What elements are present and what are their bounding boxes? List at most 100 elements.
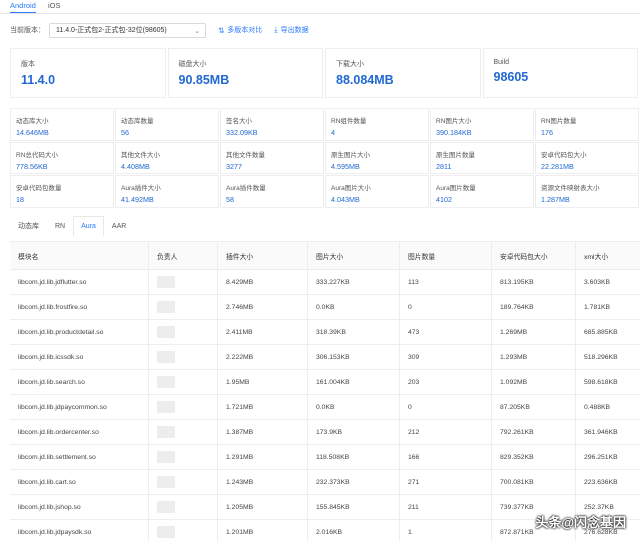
metric-card: Aura图片大小 4.043MB <box>325 175 429 208</box>
table-row[interactable]: libcom.jd.lib.jdpaycommon.so 1.721MB 0.0KB… <box>10 395 640 420</box>
summary-card-version: 版本 11.4.0 <box>10 48 166 98</box>
table-row[interactable]: libcom.jd.lib.jdflutter.so 8.429MB 333.227… <box>10 270 640 295</box>
header-xml-size[interactable]: xml大小 <box>576 242 640 269</box>
metric-card: RN图片大小 390.184KB <box>430 108 534 141</box>
metric-card: 签名大小 332.09KB <box>220 108 324 141</box>
cell-image-count: 0 <box>400 295 492 319</box>
header-code-size[interactable]: 安卓代码包大小 <box>492 242 576 269</box>
cell-code-size: 1.269MB <box>492 320 576 344</box>
cell-code-size: 87.205KB <box>492 395 576 419</box>
tab-aar[interactable]: AAR <box>104 216 134 236</box>
export-data-button[interactable]: ⤓ 导出数据 <box>274 25 308 35</box>
watermark: 头条@闪念基因 <box>535 515 626 530</box>
version-select[interactable]: 11.4.0-正式包2-正式包-32位(98605) ⌄ <box>49 22 206 38</box>
table-row[interactable]: libcom.jd.lib.search.so 1.95MB 161.004KB 20… <box>10 370 640 395</box>
platform-tabs: Android iOS <box>0 0 640 14</box>
cell-owner <box>149 420 218 444</box>
compare-versions-button[interactable]: ⇅ 多版本对比 <box>218 25 262 35</box>
owner-redacted <box>157 451 175 463</box>
metric-label: Aura插件大小 <box>121 185 161 192</box>
metric-label: 安卓代码包大小 <box>541 151 587 159</box>
header-module-name[interactable]: 模块名 <box>10 242 149 269</box>
tab-aura[interactable]: Aura <box>73 216 104 236</box>
cell-plugin-size: 1.721MB <box>218 395 308 419</box>
table-row[interactable]: libcom.jd.lib.icssdk.so 2.222MB 306.153KB 3… <box>10 345 640 370</box>
owner-redacted <box>157 501 175 513</box>
owner-redacted <box>157 276 175 288</box>
tab-dynamic-lib[interactable]: 动态库 <box>10 216 47 236</box>
cell-image-size: 118.508KB <box>308 445 400 469</box>
cell-image-count: 203 <box>400 370 492 394</box>
summary-label: Build <box>493 59 510 66</box>
metric-value: 778.56KB <box>16 161 48 171</box>
cell-image-count: 113 <box>400 270 492 294</box>
metric-value: 14.646MB <box>16 128 49 137</box>
header-image-size[interactable]: 图片大小 <box>308 242 400 269</box>
cell-xml-size: 0.488KB <box>584 403 611 411</box>
owner-redacted <box>157 301 175 313</box>
metric-value: 22.281MB <box>541 161 574 171</box>
metric-label: Aura图片数量 <box>436 185 476 192</box>
version-toolbar: 当前版本： 11.4.0-正式包2-正式包-32位(98605) ⌄ ⇅ 多版本… <box>10 22 309 38</box>
owner-redacted <box>157 426 175 438</box>
metric-value: 2811 <box>436 161 452 171</box>
cell-xml-size: 685.885KB <box>584 328 618 336</box>
tab-ios[interactable]: iOS <box>48 1 61 10</box>
cell-plugin-size: 1.387MB <box>218 420 308 444</box>
metric-value: 4.408MB <box>121 161 150 171</box>
header-plugin-size[interactable]: 插件大小 <box>218 242 308 269</box>
module-table: 模块名 负责人 插件大小 图片大小 图片数量 安卓代码包大小 xml大小 lib… <box>10 241 640 541</box>
module-type-tabs: 动态库 RN Aura AAR <box>10 216 134 236</box>
cell-xml-size: 3.603KB <box>584 278 611 286</box>
cell-image-count: 473 <box>400 320 492 344</box>
table-row[interactable]: libcom.jd.lib.frostfire.so 2.746MB 0.0KB 0 1… <box>10 295 640 320</box>
cell-plugin-size: 2.222MB <box>218 345 308 369</box>
cell-plugin-size: 1.291MB <box>218 445 308 469</box>
cell-module-name: libcom.jd.lib.jshop.so <box>10 495 149 519</box>
table-row[interactable]: libcom.jd.lib.cart.so 1.243MB 232.373KB 271… <box>10 470 640 495</box>
metric-label: 动态库大小 <box>16 118 49 125</box>
owner-redacted <box>157 401 175 413</box>
metric-value: 176 <box>541 128 553 137</box>
cell-module-name: libcom.jd.lib.icssdk.so <box>10 345 149 369</box>
cell-image-count: 212 <box>400 420 492 444</box>
version-label: 当前版本： <box>10 27 45 34</box>
header-image-count[interactable]: 图片数量 <box>400 242 492 269</box>
metric-label: RN组件数量 <box>331 118 367 125</box>
cell-module-name: libcom.jd.lib.search.so <box>10 370 149 394</box>
metric-card: 其他文件数量 3277 <box>220 141 324 174</box>
metric-value: 18 <box>16 195 24 204</box>
metric-card: 动态库大小 14.646MB <box>10 108 114 141</box>
table-row[interactable]: libcom.jd.lib.ordercenter.so 1.387MB 173.9… <box>10 420 640 445</box>
cell-xml-size: 223.636KB <box>584 478 618 486</box>
metric-value: 4.595MB <box>331 161 360 171</box>
metric-card: RN总代码大小 778.56KB <box>10 141 114 174</box>
metric-value: 4102 <box>436 195 452 204</box>
metrics-grid: 动态库大小 14.646MB 动态库数量 56 签名大小 332.09KB RN组件数量 4 R… <box>10 108 640 209</box>
cell-code-size: 792.261KB <box>492 420 576 444</box>
metric-value: 1.287MB <box>541 195 570 204</box>
export-data-label: 导出数据 <box>280 27 309 34</box>
owner-redacted <box>157 526 175 538</box>
cell-module-name: libcom.jd.lib.cart.so <box>10 470 149 494</box>
cell-plugin-size: 2.411MB <box>218 320 308 344</box>
metric-label: RN图片数量 <box>541 118 577 125</box>
cell-image-count: 166 <box>400 445 492 469</box>
summary-value: 98605 <box>493 70 529 84</box>
summary-value: 11.4.0 <box>21 73 56 87</box>
owner-redacted <box>157 476 175 488</box>
tab-android[interactable]: Android <box>10 1 36 13</box>
download-icon: ⤓ <box>274 25 278 34</box>
header-owner[interactable]: 负责人 <box>149 242 218 269</box>
cell-code-size: 829.352KB <box>492 445 576 469</box>
tab-rn[interactable]: RN <box>47 216 73 236</box>
table-row[interactable]: libcom.jd.lib.productdetail.so 2.411MB 318… <box>10 320 640 345</box>
metric-value: 4 <box>331 128 335 137</box>
table-row[interactable]: libcom.jd.lib.settlement.so 1.291MB 118.50… <box>10 445 640 470</box>
metric-label: 原生图片数量 <box>436 151 475 159</box>
cell-image-size: 0.0KB <box>308 295 400 319</box>
owner-redacted <box>157 376 175 388</box>
cell-xml-size: 518.296KB <box>584 353 618 361</box>
cell-image-size: 2.016KB <box>308 520 400 541</box>
cell-owner <box>149 370 218 394</box>
